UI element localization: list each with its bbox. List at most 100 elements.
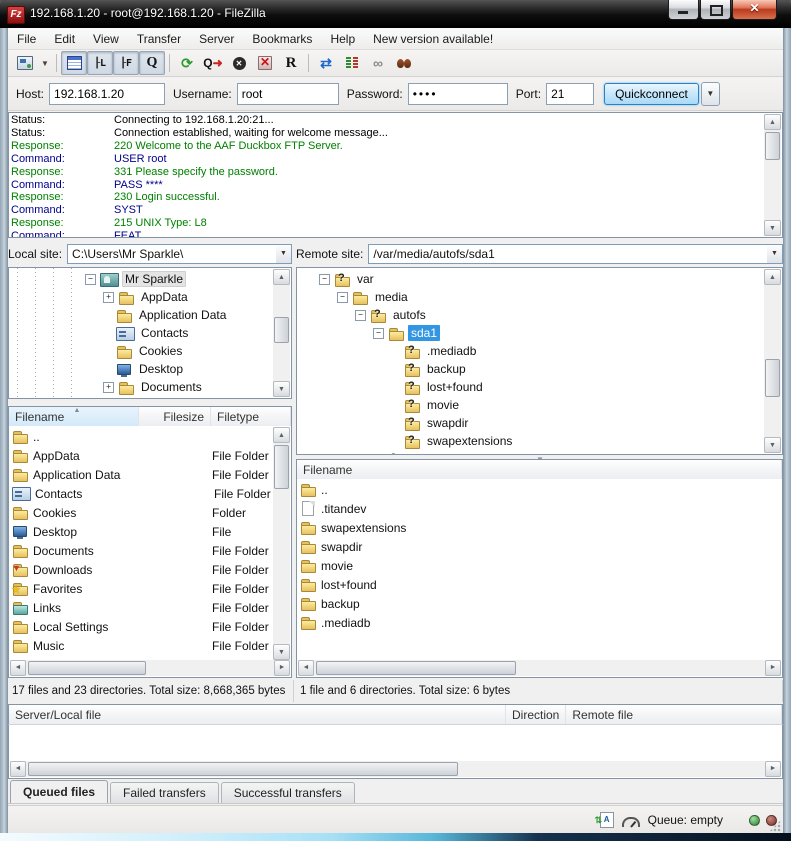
scroll-left-arrow-icon[interactable]: ◄ [298, 660, 314, 676]
refresh-button[interactable]: ⟳ [174, 51, 200, 75]
scroll-up-arrow-icon[interactable]: ▲ [764, 269, 781, 285]
tree-item[interactable]: ?backup [297, 360, 764, 378]
scroll-right-arrow-icon[interactable]: ► [765, 660, 781, 676]
tree-item[interactable]: −?autofs [297, 306, 764, 324]
file-row[interactable]: ▼DownloadsFile Folder [10, 560, 273, 579]
file-row[interactable]: lost+found [298, 575, 781, 594]
tree-item[interactable]: Cookies [9, 342, 273, 360]
file-row[interactable]: swapdir [298, 537, 781, 556]
column-header-server-local-file[interactable]: Server/Local file [9, 705, 506, 724]
toggle-remote-tree-button[interactable]: ┠F [113, 51, 139, 75]
collapse-icon[interactable]: − [85, 274, 96, 285]
menu-item-server[interactable]: Server [190, 30, 243, 48]
scroll-right-arrow-icon[interactable]: ► [765, 761, 781, 777]
remote-tree-scrollbar[interactable]: ▲ ▼ [764, 269, 781, 453]
remote-list-hscrollbar[interactable]: ◄ ► [298, 660, 781, 676]
file-row[interactable]: .. [298, 480, 781, 499]
quickconnect-dropdown[interactable]: ▼ [701, 82, 720, 106]
collapse-icon[interactable]: − [337, 292, 348, 303]
menu-item-help[interactable]: Help [321, 30, 364, 48]
file-row[interactable]: .. [10, 427, 273, 446]
scrollbar-thumb[interactable] [28, 762, 458, 776]
speed-limit-gauge-icon[interactable] [622, 817, 640, 827]
minimize-button[interactable] [668, 0, 699, 20]
scroll-down-arrow-icon[interactable]: ▼ [273, 381, 290, 397]
file-row[interactable]: movie [298, 556, 781, 575]
scrollbar-thumb[interactable] [274, 445, 289, 489]
scrollbar-thumb[interactable] [274, 317, 289, 343]
file-row[interactable]: AppDataFile Folder [10, 446, 273, 465]
username-input[interactable] [237, 83, 339, 105]
reconnect-button[interactable]: R [278, 51, 304, 75]
toggle-queue-button[interactable]: Q [139, 51, 165, 75]
file-row[interactable]: .titandev [298, 499, 781, 518]
tree-item[interactable]: −media [297, 288, 764, 306]
scroll-left-arrow-icon[interactable]: ◄ [10, 660, 26, 676]
file-row[interactable]: .mediadb [298, 613, 781, 632]
local-list-scrollbar[interactable]: ▲ ▼ [273, 427, 290, 660]
tree-item[interactable]: −?var [297, 270, 764, 288]
column-header-filesize[interactable]: Filesize [139, 407, 211, 426]
scrollbar-thumb[interactable] [765, 359, 780, 397]
column-header-filename[interactable]: Filename ▲ [9, 407, 139, 426]
quickconnect-button[interactable]: Quickconnect [604, 83, 699, 105]
file-row[interactable]: Application DataFile Folder [10, 465, 273, 484]
scroll-down-arrow-icon[interactable]: ▼ [764, 437, 781, 453]
column-header-direction[interactable]: Direction [506, 705, 566, 724]
queue-hscrollbar[interactable]: ◄ ► [10, 761, 781, 777]
chevron-down-icon[interactable]: ▼ [276, 245, 291, 263]
tree-item[interactable]: −Mr Sparkle [9, 270, 273, 288]
speed-limits-button[interactable]: ∞ [365, 51, 391, 75]
collapse-icon[interactable]: − [355, 310, 366, 321]
scroll-down-arrow-icon[interactable]: ▼ [273, 644, 290, 660]
menu-item-bookmarks[interactable]: Bookmarks [243, 30, 321, 48]
tree-item[interactable]: +▼Downloads [9, 396, 273, 398]
column-header-filetype[interactable]: Filetype [211, 407, 291, 426]
scroll-up-arrow-icon[interactable]: ▲ [764, 114, 781, 130]
tree-item[interactable]: ?.mediadb [297, 342, 764, 360]
scrollbar-thumb[interactable] [28, 661, 146, 675]
tab-successful-transfers[interactable]: Successful transfers [221, 782, 355, 803]
tree-item[interactable]: ?swapdir [297, 414, 764, 432]
process-queue-button[interactable]: Q➜ [200, 51, 226, 75]
cancel-operation-button[interactable]: ✕ [226, 51, 252, 75]
scroll-right-arrow-icon[interactable]: ► [274, 660, 290, 676]
tree-item[interactable]: Contacts [9, 324, 273, 342]
file-row[interactable]: swapextensions [298, 518, 781, 537]
local-tree-scrollbar[interactable]: ▲ ▼ [273, 269, 290, 397]
transfer-type-icon[interactable]: A [600, 812, 614, 828]
menu-item-view[interactable]: View [84, 30, 128, 48]
chevron-down-icon[interactable]: ▼ [767, 245, 782, 263]
file-row[interactable]: MusicFile Folder [10, 636, 273, 655]
toggle-local-tree-button[interactable]: ┠L [87, 51, 113, 75]
tree-item[interactable]: −sda1 [297, 324, 764, 342]
restore-button[interactable] [700, 0, 731, 20]
file-row[interactable]: DesktopFile [10, 522, 273, 541]
directory-comparison-button[interactable] [339, 51, 365, 75]
scroll-up-arrow-icon[interactable]: ▲ [273, 427, 290, 443]
find-files-button[interactable] [391, 51, 417, 75]
tree-item[interactable]: Desktop [9, 360, 273, 378]
menu-item-transfer[interactable]: Transfer [128, 30, 190, 48]
remote-site-combobox[interactable]: /var/media/autofs/sda1 ▼ [368, 244, 783, 264]
file-row[interactable]: ContactsFile Folder [10, 484, 273, 503]
menu-item-new-version-available[interactable]: New version available! [364, 30, 502, 48]
menu-item-edit[interactable]: Edit [45, 30, 84, 48]
local-list-hscrollbar[interactable]: ◄ ► [10, 660, 290, 676]
toggle-log-view-button[interactable] [61, 51, 87, 75]
disconnect-button[interactable] [252, 51, 278, 75]
scroll-left-arrow-icon[interactable]: ◄ [10, 761, 26, 777]
tree-item[interactable]: Application Data [9, 306, 273, 324]
column-header-remote-file[interactable]: Remote file [566, 705, 782, 724]
port-input[interactable] [546, 83, 594, 105]
log-vertical-scrollbar[interactable]: ▲ ▼ [764, 114, 781, 236]
host-input[interactable] [49, 83, 165, 105]
tree-item[interactable]: +AppData [9, 288, 273, 306]
close-button[interactable]: ✕ [732, 0, 777, 20]
tree-item[interactable]: ?lost+found [297, 378, 764, 396]
tab-failed-transfers[interactable]: Failed transfers [110, 782, 219, 803]
expand-icon[interactable]: + [103, 292, 114, 303]
collapse-icon[interactable]: − [319, 274, 330, 285]
file-row[interactable]: ★FavoritesFile Folder [10, 579, 273, 598]
file-row[interactable]: Local SettingsFile Folder [10, 617, 273, 636]
